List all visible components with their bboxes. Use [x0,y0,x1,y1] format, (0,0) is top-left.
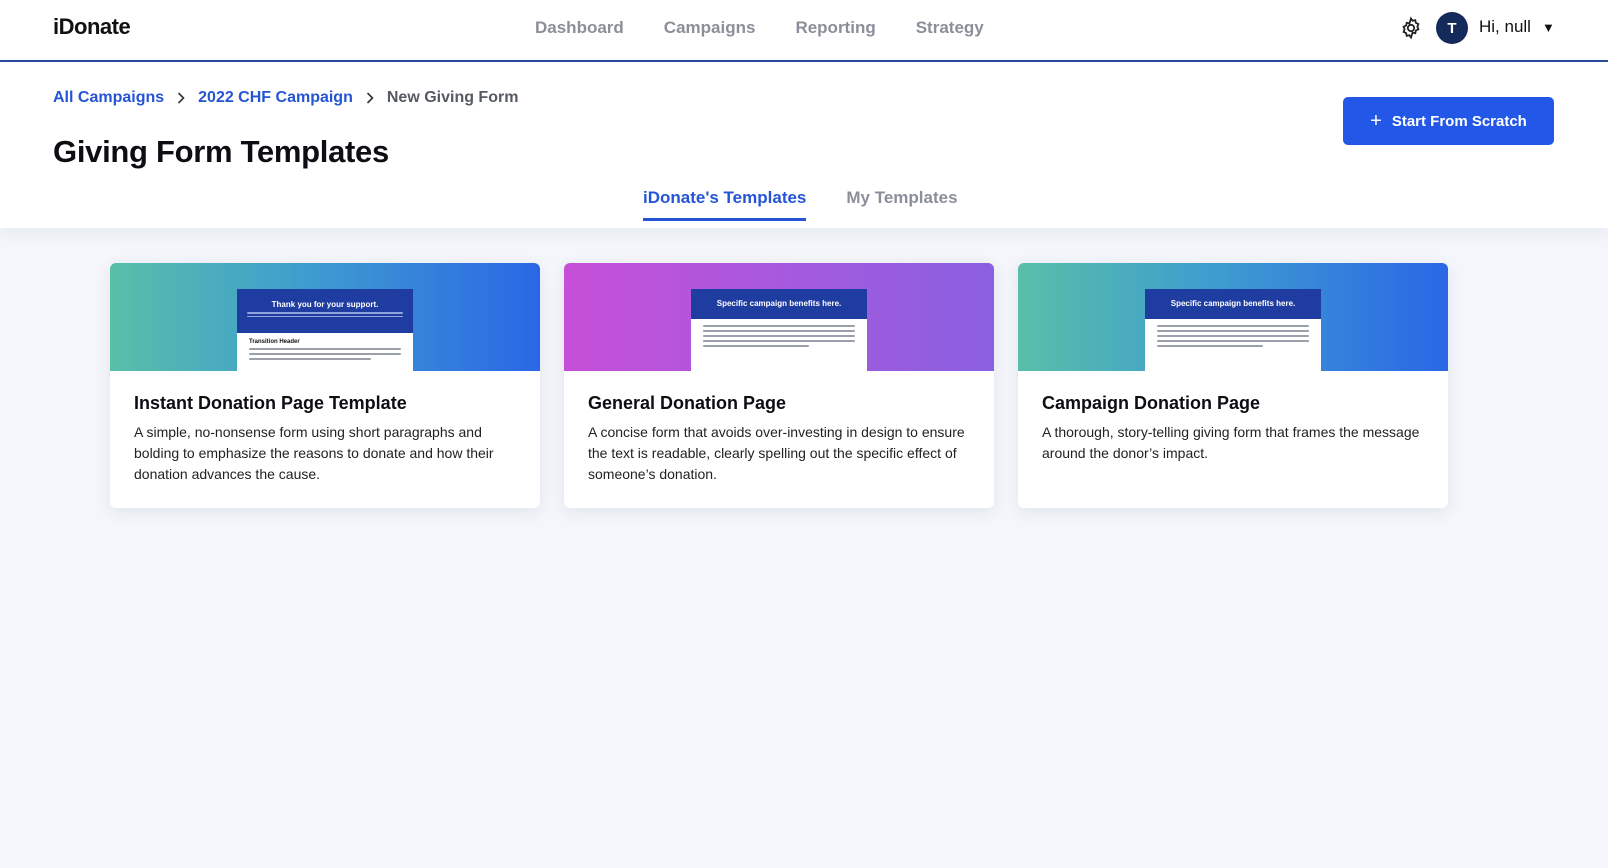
gear-icon[interactable] [1399,16,1423,40]
template-preview-image: Thank you for your support. Transition H… [110,263,540,371]
card-title: Campaign Donation Page [1042,393,1261,413]
preview-body [1145,319,1321,356]
nav-dashboard[interactable]: Dashboard [535,18,624,38]
preview-text-line [703,325,855,327]
template-preview-image: Specific campaign benefits here. [564,263,994,371]
breadcrumb-campaign[interactable]: 2022 CHF Campaign [198,89,353,107]
card-description: A concise form that avoids over-investin… [588,424,965,482]
preview-text-line [703,345,810,347]
preview-text-line [703,340,855,342]
preview-text-line [703,335,855,337]
top-nav-bar: iDonate Dashboard Campaigns Reporting St… [0,0,1608,62]
template-preview-mock: Thank you for your support. Transition H… [237,289,413,371]
chevron-right-icon [178,92,185,104]
template-card-list: Thank you for your support. Transition H… [110,263,1448,508]
nav-reporting[interactable]: Reporting [795,18,875,38]
start-from-scratch-button[interactable]: + Start From Scratch [1343,97,1554,145]
start-from-scratch-label: Start From Scratch [1391,112,1527,130]
preview-text-line [1157,335,1309,337]
template-preview-image: Specific campaign benefits here. [1018,263,1448,371]
breadcrumb-current: New Giving Form [386,89,519,106]
preview-heading: Specific campaign benefits here. [1145,289,1321,319]
template-preview-mock: Specific campaign benefits here. [691,289,867,371]
template-preview-mock: Specific campaign benefits here. [1145,289,1321,371]
page-header: All Campaigns 2022 CHF Campaign New Givi… [0,62,1608,228]
card-description: A thorough, story-telling giving form th… [1042,424,1420,461]
template-tabs: iDonate's Templates My Templates [643,188,958,221]
preview-text-line [1157,325,1309,327]
card-title: Instant Donation Page Template [134,393,407,413]
main-nav: Dashboard Campaigns Reporting Strategy [535,18,984,38]
nav-campaigns[interactable]: Campaigns [664,18,756,38]
idonate-logo[interactable]: iDonate [53,14,131,40]
card-title: General Donation Page [588,393,787,413]
chevron-down-icon[interactable]: ▼ [1542,20,1555,35]
avatar[interactable]: T [1436,12,1468,44]
card-body: Campaign Donation Page A thorough, story… [1018,371,1448,486]
nav-strategy[interactable]: Strategy [916,18,984,38]
plus-icon: + [1370,110,1382,132]
preview-body [691,319,867,356]
template-card-campaign[interactable]: Specific campaign benefits here. Campaig… [1018,263,1448,508]
page-title: Giving Form Templates [53,134,389,169]
preview-text-line [1157,340,1309,342]
tab-idonate-templates[interactable]: iDonate's Templates [643,188,807,221]
preview-text-line [1157,345,1264,347]
preview-text-line [249,348,401,350]
preview-text-line [249,358,371,360]
preview-heading: Specific campaign benefits here. [691,289,867,319]
breadcrumb-all-campaigns[interactable]: All Campaigns [53,89,164,107]
tab-my-templates[interactable]: My Templates [846,188,957,221]
user-greeting[interactable]: Hi, null [1479,17,1531,37]
preview-body: Transition Header [237,333,413,369]
card-body: General Donation Page A concise form tha… [564,371,994,507]
preview-heading: Thank you for your support. [237,289,413,333]
preview-text-line [703,330,855,332]
preview-text-line [1157,330,1309,332]
template-card-general[interactable]: Specific campaign benefits here. General… [564,263,994,508]
card-body: Instant Donation Page Template A simple,… [110,371,540,507]
preview-subtext [237,312,413,317]
preview-text-line [249,353,401,355]
card-description: A simple, no-nonsense form using short p… [134,424,494,482]
preview-subheading: Transition Header [249,339,300,345]
chevron-right-icon [366,92,374,104]
preview-heading-text: Thank you for your support. [271,300,379,309]
template-card-instant[interactable]: Thank you for your support. Transition H… [110,263,540,508]
breadcrumb: All Campaigns 2022 CHF Campaign New Givi… [53,89,518,107]
